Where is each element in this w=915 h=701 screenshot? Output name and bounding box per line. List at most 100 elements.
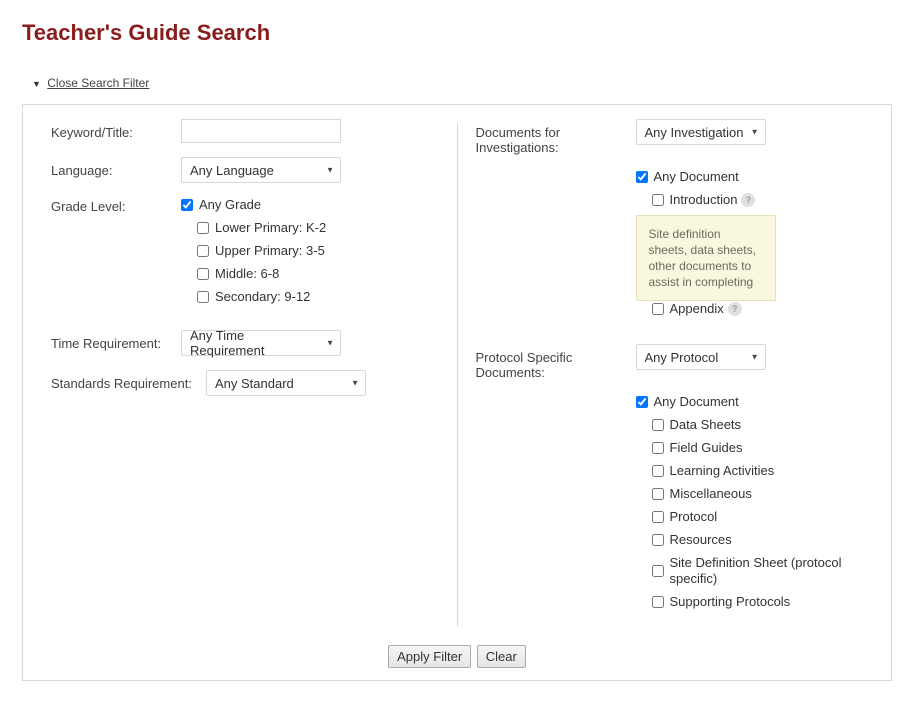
filter-right-column: Documents for Investigations: Any Invest…: [458, 119, 882, 631]
grade-option-label: Lower Primary: K-2: [215, 220, 326, 236]
chevron-down-icon: ▼: [351, 379, 359, 388]
doc-option[interactable]: Field Guides: [636, 440, 864, 456]
doc-option-label: Supporting Protocols: [670, 594, 791, 610]
time-selected-value: Any Time Requirement: [190, 328, 320, 358]
doc-option[interactable]: Miscellaneous: [636, 486, 864, 502]
doc-checkbox[interactable]: [652, 534, 664, 546]
time-label: Time Requirement:: [51, 330, 181, 351]
doc-option[interactable]: Introduction ?: [636, 192, 864, 208]
standards-row: Standards Requirement: Any Standard ▼: [51, 370, 439, 396]
page-title: Teacher's Guide Search: [22, 20, 893, 46]
filter-buttons: Apply Filter Clear: [23, 631, 891, 668]
info-icon[interactable]: ?: [728, 302, 742, 316]
doc-option-label: Protocol: [670, 509, 718, 525]
doc-option[interactable]: Supporting Protocols: [636, 594, 864, 610]
protocol-select[interactable]: Any Protocol ▼: [636, 344, 766, 370]
doc-option-label: Any Document: [654, 394, 739, 410]
doc-checkbox[interactable]: [652, 303, 664, 315]
tooltip: Site definition sheets, data sheets, oth…: [636, 215, 776, 301]
clear-button[interactable]: Clear: [477, 645, 526, 668]
keyword-input[interactable]: [181, 119, 341, 143]
doc-option-label: Site Definition Sheet (protocol specific…: [670, 555, 864, 587]
close-search-filter-link[interactable]: Close Search Filter: [47, 76, 149, 90]
investigations-row: Documents for Investigations: Any Invest…: [476, 119, 864, 155]
search-filter-panel: Keyword/Title: Language: Any Language ▼ …: [22, 104, 892, 681]
doc-option-label: Field Guides: [670, 440, 743, 456]
language-select[interactable]: Any Language ▼: [181, 157, 341, 183]
time-row: Time Requirement: Any Time Requirement ▼: [51, 330, 439, 356]
grade-checkbox[interactable]: [197, 222, 209, 234]
language-selected-value: Any Language: [190, 163, 274, 178]
grade-checkbox[interactable]: [197, 291, 209, 303]
grade-option-label: Any Grade: [199, 197, 261, 213]
doc-option-label: Appendix: [670, 301, 724, 317]
grade-label: Grade Level:: [51, 197, 181, 214]
grade-options: Any Grade Lower Primary: K-2 Upper Prima…: [181, 197, 439, 312]
doc-option[interactable]: Resources: [636, 532, 864, 548]
close-filter-row: ▼ Close Search Filter: [32, 76, 893, 90]
protocol-selected-value: Any Protocol: [645, 350, 719, 365]
grade-option-label: Upper Primary: 3-5: [215, 243, 325, 259]
doc-checkbox[interactable]: [636, 171, 648, 183]
standards-selected-value: Any Standard: [215, 376, 294, 391]
doc-option[interactable]: Any Document: [636, 169, 864, 185]
filter-left-column: Keyword/Title: Language: Any Language ▼ …: [33, 119, 457, 631]
info-icon[interactable]: ?: [741, 193, 755, 207]
grade-option[interactable]: Upper Primary: 3-5: [181, 243, 439, 259]
doc-option[interactable]: Site Definition Sheet (protocol specific…: [636, 555, 864, 587]
doc-option[interactable]: Data Sheets: [636, 417, 864, 433]
doc-checkbox[interactable]: [652, 511, 664, 523]
doc-checkbox[interactable]: [652, 488, 664, 500]
grade-checkbox[interactable]: [197, 245, 209, 257]
protocol-doc-options: Any Document Data Sheets Field Guides Le…: [636, 394, 864, 617]
chevron-down-icon: ▼: [751, 128, 759, 137]
language-row: Language: Any Language ▼: [51, 157, 439, 183]
grade-checkbox[interactable]: [181, 199, 193, 211]
doc-checkbox[interactable]: [652, 419, 664, 431]
grade-option-label: Middle: 6-8: [215, 266, 279, 282]
doc-option-label: Learning Activities: [670, 463, 775, 479]
caret-down-icon: ▼: [32, 79, 41, 89]
grade-option[interactable]: Lower Primary: K-2: [181, 220, 439, 236]
doc-checkbox[interactable]: [652, 465, 664, 477]
apply-filter-button[interactable]: Apply Filter: [388, 645, 471, 668]
doc-option-label: Miscellaneous: [670, 486, 752, 502]
keyword-label: Keyword/Title:: [51, 119, 181, 140]
language-label: Language:: [51, 157, 181, 178]
doc-option-label: Data Sheets: [670, 417, 742, 433]
standards-select[interactable]: Any Standard ▼: [206, 370, 366, 396]
grade-checkbox[interactable]: [197, 268, 209, 280]
doc-checkbox[interactable]: [636, 396, 648, 408]
doc-option-label: Any Document: [654, 169, 739, 185]
investigations-select[interactable]: Any Investigation ▼: [636, 119, 766, 145]
doc-option[interactable]: Protocol: [636, 509, 864, 525]
investigations-label: Documents for Investigations:: [476, 119, 636, 155]
doc-checkbox[interactable]: [652, 565, 664, 577]
doc-checkbox[interactable]: [652, 194, 664, 206]
doc-checkbox[interactable]: [652, 442, 664, 454]
grade-option[interactable]: Any Grade: [181, 197, 439, 213]
doc-option-label: Resources: [670, 532, 732, 548]
protocol-docs-row: Any Document Data Sheets Field Guides Le…: [476, 394, 864, 617]
chevron-down-icon: ▼: [326, 166, 334, 175]
chevron-down-icon: ▼: [751, 353, 759, 362]
spacer: [476, 394, 636, 400]
investigations-doc-options: Any Document Introduction ? Site definit…: [636, 169, 864, 324]
grade-option[interactable]: Secondary: 9-12: [181, 289, 439, 305]
grade-option-label: Secondary: 9-12: [215, 289, 310, 305]
doc-option[interactable]: Learning Activities: [636, 463, 864, 479]
investigations-selected-value: Any Investigation: [645, 125, 744, 140]
grade-option[interactable]: Middle: 6-8: [181, 266, 439, 282]
protocol-row: Protocol Specific Documents: Any Protoco…: [476, 344, 864, 380]
doc-option[interactable]: Any Document: [636, 394, 864, 410]
grade-row: Grade Level: Any Grade Lower Primary: K-…: [51, 197, 439, 312]
doc-option[interactable]: Appendix ?: [636, 301, 864, 317]
investigations-docs-row: Any Document Introduction ? Site definit…: [476, 169, 864, 324]
protocol-label: Protocol Specific Documents:: [476, 344, 636, 380]
standards-label: Standards Requirement:: [51, 370, 206, 391]
keyword-row: Keyword/Title:: [51, 119, 439, 143]
doc-option-label: Introduction: [670, 192, 738, 208]
doc-checkbox[interactable]: [652, 596, 664, 608]
chevron-down-icon: ▼: [326, 339, 334, 348]
time-select[interactable]: Any Time Requirement ▼: [181, 330, 341, 356]
